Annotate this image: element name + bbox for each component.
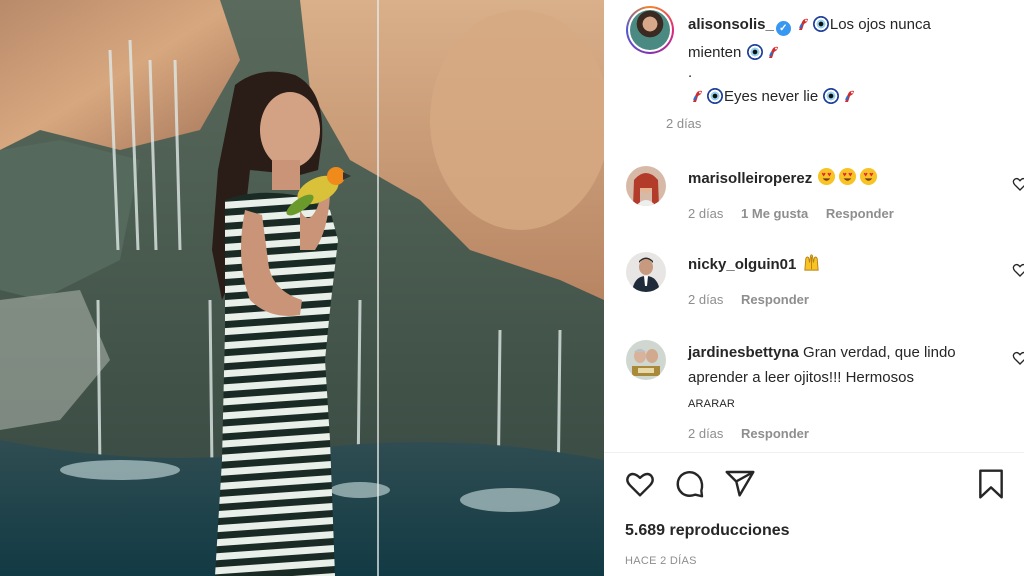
comment-icon[interactable] xyxy=(674,468,706,500)
post-action-bar xyxy=(624,468,1004,500)
comment-timestamp[interactable]: 2 días xyxy=(688,426,723,441)
verified-badge-icon: ✓ xyxy=(775,21,791,36)
reply-button[interactable]: Responder xyxy=(741,426,809,441)
caption-english-line: Eyes never lie xyxy=(688,84,988,112)
commenter-avatar[interactable] xyxy=(626,252,666,292)
comment-meta: 2 días Responder xyxy=(688,426,823,441)
parrot-emoji-icon xyxy=(689,87,705,112)
comment-body: marisolleiroperez xyxy=(688,166,958,194)
nazar-emoji-icon xyxy=(707,88,723,104)
post-media[interactable] xyxy=(0,0,604,576)
share-icon[interactable] xyxy=(724,468,756,500)
caption-english: Eyes never lie xyxy=(724,88,819,105)
commenter-username[interactable]: marisolleiroperez xyxy=(688,170,812,187)
post-caption: alisonsolis_ ✓ Los ojos nunca mienten . E… xyxy=(688,12,988,112)
reply-button[interactable]: Responder xyxy=(826,206,894,221)
author-avatar[interactable] xyxy=(626,6,674,54)
heart-eyes-emoji-icon xyxy=(859,167,878,194)
post-sidebar: alisonsolis_ ✓ Los ojos nunca mienten . E… xyxy=(604,0,1024,576)
comment-meta: 2 días Responder xyxy=(688,292,823,307)
section-divider xyxy=(604,452,1024,453)
commenter-avatar[interactable] xyxy=(626,166,666,206)
comment-body: jardinesbettyna Gran verdad, que lindo a… xyxy=(688,340,958,417)
parrot-emoji-icon xyxy=(765,43,781,68)
commenter-avatar[interactable] xyxy=(626,340,666,380)
like-comment-heart-icon[interactable] xyxy=(1012,176,1024,192)
comment-timestamp[interactable]: 2 días xyxy=(688,292,723,307)
post-age[interactable]: HACE 2 DÍAS xyxy=(625,555,697,567)
parrot-emoji-icon xyxy=(795,15,811,40)
comment-meta: 2 días 1 Me gusta Responder xyxy=(688,206,908,221)
comment-timestamp[interactable]: 2 días xyxy=(688,206,723,221)
commenter-username[interactable]: nicky_olguin01 xyxy=(688,256,796,273)
like-comment-heart-icon[interactable] xyxy=(1012,350,1024,366)
heart-icon[interactable] xyxy=(624,468,656,500)
comment-like-count[interactable]: 1 Me gusta xyxy=(741,206,808,221)
comment-suffix: ARARAR xyxy=(688,398,736,410)
like-comment-heart-icon[interactable] xyxy=(1012,262,1024,278)
post-video-frame xyxy=(0,0,604,576)
reply-button[interactable]: Responder xyxy=(741,292,809,307)
post-timestamp[interactable]: 2 días xyxy=(666,116,701,131)
view-count[interactable]: 5.689 reproducciones xyxy=(625,522,790,540)
author-username[interactable]: alisonsolis_ xyxy=(688,16,774,33)
heart-eyes-emoji-icon xyxy=(838,167,857,194)
comment-body: nicky_olguin01 xyxy=(688,252,958,280)
raised-hands-emoji-icon xyxy=(802,253,821,280)
heart-eyes-emoji-icon xyxy=(817,167,836,194)
nazar-emoji-icon xyxy=(812,16,829,32)
parrot-emoji-icon xyxy=(841,87,857,112)
bookmark-icon[interactable] xyxy=(976,468,1006,500)
caption-separator: . xyxy=(688,64,693,81)
commenter-username[interactable]: jardinesbettyna xyxy=(688,344,799,361)
nazar-emoji-icon xyxy=(823,88,840,104)
nazar-emoji-icon xyxy=(746,44,763,60)
